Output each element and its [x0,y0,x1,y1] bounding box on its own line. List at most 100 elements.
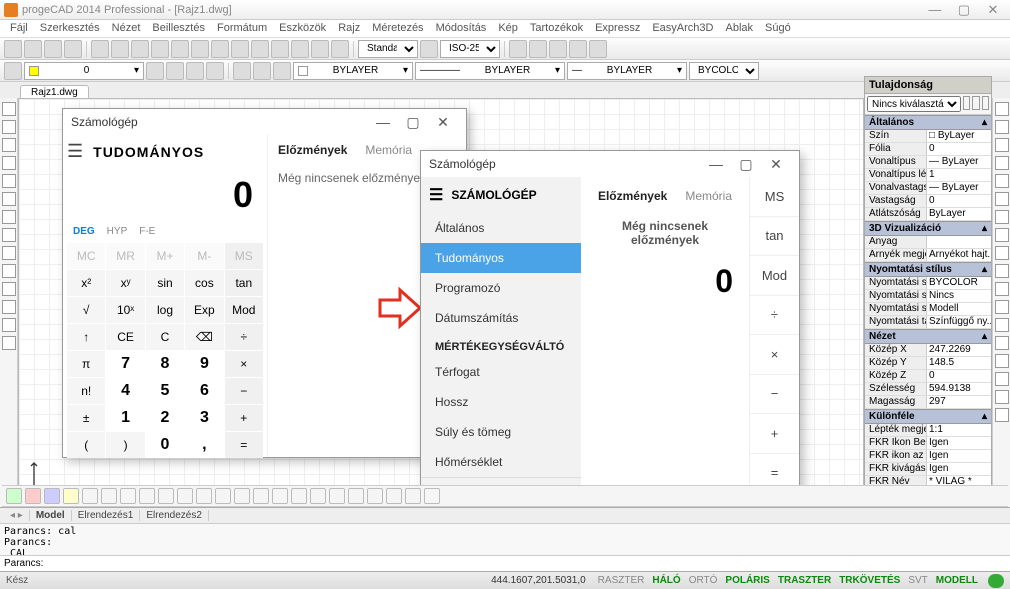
prop-row[interactable]: FKR kivágás..Igen [865,463,991,476]
calc1-key[interactable]: 8 [146,351,184,377]
calc2-key[interactable]: MS [750,177,799,217]
tool-icon[interactable] [311,40,329,58]
calc2-menu-volume[interactable]: Térfogat [421,357,581,387]
menu-rajz[interactable]: Rajz [332,20,366,37]
prop-row[interactable]: Lépték megje..1:1 [865,424,991,437]
tool-icon[interactable] [166,62,184,80]
calc1-key[interactable]: n! [67,378,105,404]
calc1-key[interactable]: C [146,324,184,350]
render-icon[interactable] [215,488,231,504]
calc2-key[interactable]: − [750,375,799,415]
prop-row[interactable]: Vonaltípus lé..1 [865,169,991,182]
tool-icon[interactable] [509,40,527,58]
prop-group[interactable]: Általános▴ [865,115,991,130]
draw-tool-icon[interactable] [2,318,16,332]
render-icon[interactable] [253,488,269,504]
calc1-mode[interactable]: DEG [73,226,95,237]
menu-szerkesztés[interactable]: Szerkesztés [34,20,106,37]
linetype-combo[interactable]: ————BYLAYER▾ [415,62,565,80]
prop-row[interactable]: ÁtlátszóságByLayer [865,208,991,221]
filter-icon[interactable] [963,96,970,110]
qselect-icon[interactable] [982,96,989,110]
calc1-key[interactable]: ) [106,432,144,458]
status-toggle[interactable]: POLÁRIS [721,575,773,586]
prop-row[interactable]: Szín□ ByLayer [865,130,991,143]
prop-row[interactable]: Vastagság0 [865,195,991,208]
plotstyle-combo[interactable]: BYCOLOR [689,62,759,80]
tool-icon[interactable] [331,40,349,58]
tool-icon[interactable] [24,40,42,58]
calc1-key[interactable]: M- [185,243,223,269]
calc2-menu-standard[interactable]: Általános [421,213,581,243]
calc1-key[interactable]: , [185,432,223,458]
calc1-key[interactable]: MS [225,243,263,269]
calc1-key[interactable]: − [225,378,263,404]
calc1-close[interactable]: ✕ [428,114,458,131]
menu-eszközök[interactable]: Eszközök [273,20,332,37]
tool-icon[interactable] [186,62,204,80]
prop-row[interactable]: Szélesség594.9138 [865,383,991,396]
calc1-maximize[interactable]: ▢ [398,114,428,131]
render-icon[interactable] [329,488,345,504]
calc2-titlebar[interactable]: Számológép — ▢ ✕ [421,151,799,177]
tool-icon[interactable] [4,40,22,58]
render-icon[interactable] [139,488,155,504]
mod-tool-icon[interactable] [995,318,1009,332]
draw-tool-icon[interactable] [2,246,16,260]
calc1-key[interactable]: MR [106,243,144,269]
mod-tool-icon[interactable] [995,372,1009,386]
render-icon[interactable] [348,488,364,504]
calc1-key[interactable]: 10ˣ [106,297,144,323]
calc1-key[interactable]: ( [67,432,105,458]
calc1-key[interactable]: Exp [185,297,223,323]
calc1-tab-memory[interactable]: Memória [365,143,412,157]
calc1-mode[interactable]: F-E [139,226,155,237]
mod-tool-icon[interactable] [995,246,1009,260]
tool-icon[interactable] [251,40,269,58]
calc1-key[interactable]: CE [106,324,144,350]
minimize-button[interactable]: — [922,2,948,17]
tool-icon[interactable] [233,62,251,80]
calc2-key[interactable]: + [750,414,799,454]
calc2-menu-programmer[interactable]: Programozó [421,273,581,303]
draw-tool-icon[interactable] [2,174,16,188]
draw-tool-icon[interactable] [2,192,16,206]
mod-tool-icon[interactable] [995,120,1009,134]
render-icon[interactable] [291,488,307,504]
calc2-key[interactable]: Mod [750,256,799,296]
tool-icon[interactable] [589,40,607,58]
prop-row[interactable]: Közép Y148.5 [865,357,991,370]
calc2-menu-scientific[interactable]: Tudományos [421,243,581,273]
mod-tool-icon[interactable] [995,102,1009,116]
draw-tool-icon[interactable] [2,264,16,278]
draw-tool-icon[interactable] [2,102,16,116]
render-icon[interactable] [367,488,383,504]
render-icon[interactable] [310,488,326,504]
render-icon[interactable] [272,488,288,504]
tool-icon[interactable] [91,40,109,58]
calc1-tab-history[interactable]: Előzmények [278,143,347,157]
tool-icon[interactable] [569,40,587,58]
status-toggle[interactable]: SVT [904,575,931,586]
calc2-menu-temp[interactable]: Hőmérséklet [421,447,581,477]
calc1-key[interactable]: log [146,297,184,323]
calc1-key[interactable]: Mod [225,297,263,323]
calc2-menu-length[interactable]: Hossz [421,387,581,417]
prop-row[interactable]: Anyag [865,236,991,249]
calc2-close[interactable]: ✕ [761,156,791,173]
calc1-key[interactable]: ⌫ [185,324,223,350]
render-icon[interactable] [63,488,79,504]
prop-row[interactable]: FKR Ikon BeIgen [865,437,991,450]
status-toggle[interactable]: HÁLÓ [648,575,684,586]
render-icon[interactable] [82,488,98,504]
menu-ablak[interactable]: Ablak [719,20,759,37]
calc1-key[interactable]: ± [67,405,105,431]
mod-tool-icon[interactable] [995,156,1009,170]
menu-súgó[interactable]: Súgó [759,20,797,37]
command-input[interactable]: Parancs: [0,555,1010,571]
calc1-key[interactable]: ↑ [67,324,105,350]
menu-easyarch3d[interactable]: EasyArch3D [646,20,719,37]
menu-módosítás[interactable]: Módosítás [430,20,493,37]
calc1-key[interactable]: M+ [146,243,184,269]
prop-group[interactable]: Nyomtatási stílus▴ [865,262,991,277]
